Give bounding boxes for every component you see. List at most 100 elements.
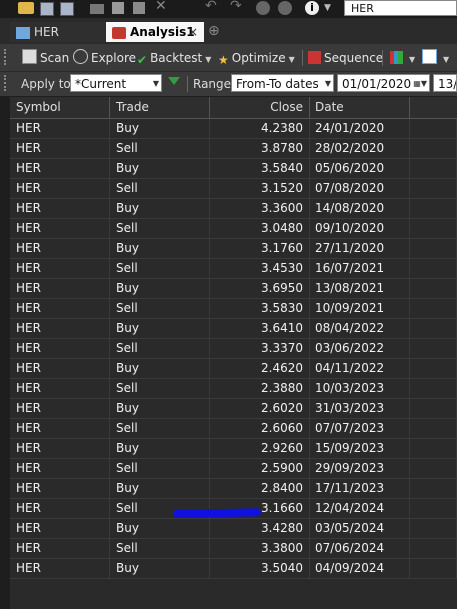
table-row[interactable]: HER Buy 3.6950 13/08/2021 bbox=[10, 279, 457, 299]
cell-date: 16/07/2021 bbox=[310, 259, 410, 278]
table-row[interactable]: HER Buy 2.6020 31/03/2023 bbox=[10, 399, 457, 419]
table-row[interactable]: HER Buy 3.6410 08/04/2022 bbox=[10, 319, 457, 339]
cell-trade: Sell bbox=[110, 339, 210, 358]
to-date-picker[interactable]: 13/0 bbox=[433, 74, 457, 92]
table-row[interactable]: HER Buy 2.9260 15/09/2023 bbox=[10, 439, 457, 459]
cell-symbol: HER bbox=[10, 499, 110, 518]
cell-date: 07/08/2020 bbox=[310, 179, 410, 198]
new-tab-icon[interactable]: ⊕ bbox=[208, 23, 220, 39]
copy-icon[interactable] bbox=[112, 2, 124, 14]
table-row[interactable]: HER Buy 2.4620 04/11/2022 bbox=[10, 359, 457, 379]
forward-icon[interactable] bbox=[278, 1, 292, 15]
cell-symbol: HER bbox=[10, 279, 110, 298]
cell-close: 3.6950 bbox=[210, 279, 310, 298]
undo-icon[interactable]: ↶ bbox=[205, 0, 221, 14]
table-row[interactable]: HER Buy 3.5840 05/06/2020 bbox=[10, 159, 457, 179]
cell-date: 14/08/2020 bbox=[310, 199, 410, 218]
cell-trade: Buy bbox=[110, 439, 210, 458]
cell-close: 2.3880 bbox=[210, 379, 310, 398]
cell-close: 3.5040 bbox=[210, 559, 310, 578]
back-icon[interactable] bbox=[256, 1, 270, 15]
annotation-scribble bbox=[172, 508, 262, 518]
cell-trade: Sell bbox=[110, 419, 210, 438]
cell-date: 28/02/2020 bbox=[310, 139, 410, 158]
cell-close: 3.3600 bbox=[210, 199, 310, 218]
explore-button[interactable]: Explore bbox=[73, 48, 136, 68]
cell-close: 3.5840 bbox=[210, 159, 310, 178]
toolbar-grip bbox=[4, 49, 9, 65]
chevron-down-icon[interactable]: ▼ bbox=[324, 3, 340, 19]
chevron-down-icon[interactable]: ▼ bbox=[443, 55, 449, 64]
close-icon[interactable]: × bbox=[188, 22, 198, 42]
table-row[interactable]: HER Buy 4.2380 24/01/2020 bbox=[10, 119, 457, 139]
cell-symbol: HER bbox=[10, 219, 110, 238]
table-row[interactable]: HER Sell 2.3880 10/03/2023 bbox=[10, 379, 457, 399]
filter-icon[interactable] bbox=[168, 77, 180, 85]
cell-empty bbox=[410, 339, 457, 358]
cell-symbol: HER bbox=[10, 259, 110, 278]
from-date-picker[interactable]: 01/01/2020 ▦▼ bbox=[337, 74, 430, 92]
tab-her-weekly[interactable]: HER (Weekly) bbox=[10, 22, 105, 59]
backtest-button[interactable]: ✔ Backtest ▼ bbox=[137, 48, 211, 68]
scan-button[interactable]: Scan bbox=[22, 48, 69, 68]
layout-button[interactable]: ▼ bbox=[422, 48, 449, 68]
column-header-close[interactable]: Close bbox=[210, 97, 310, 118]
sequence-button[interactable]: Sequence bbox=[308, 48, 383, 68]
paste-icon[interactable] bbox=[133, 2, 145, 14]
table-row[interactable]: HER Sell 3.1520 07/08/2020 bbox=[10, 179, 457, 199]
table-row[interactable]: HER Sell 2.6060 07/07/2023 bbox=[10, 419, 457, 439]
apply-to-select[interactable]: *Current ▼ bbox=[70, 74, 162, 92]
cell-empty bbox=[410, 539, 457, 558]
open-folder-icon[interactable] bbox=[18, 2, 34, 14]
chevron-down-icon[interactable]: ▼ bbox=[289, 55, 295, 64]
table-row[interactable]: HER Sell 3.8780 28/02/2020 bbox=[10, 139, 457, 159]
report-chart-button[interactable]: ▼ bbox=[390, 48, 415, 68]
save-all-icon[interactable] bbox=[60, 2, 74, 16]
cell-close: 2.6020 bbox=[210, 399, 310, 418]
table-row[interactable]: HER Buy 3.5040 04/09/2024 bbox=[10, 559, 457, 579]
column-header-trade[interactable]: Trade bbox=[110, 97, 210, 118]
table-row[interactable]: HER Sell 2.5900 29/09/2023 bbox=[10, 459, 457, 479]
table-row[interactable]: HER Buy 3.4280 03/05/2024 bbox=[10, 519, 457, 539]
cell-symbol: HER bbox=[10, 539, 110, 558]
tab-label: Analysis1 bbox=[130, 25, 195, 39]
cell-empty bbox=[410, 419, 457, 438]
cell-date: 10/03/2023 bbox=[310, 379, 410, 398]
cell-close: 3.0480 bbox=[210, 219, 310, 238]
window-icon bbox=[422, 49, 437, 64]
cell-close: 2.6060 bbox=[210, 419, 310, 438]
column-header-empty bbox=[410, 97, 457, 118]
redo-icon[interactable]: ↷ bbox=[230, 0, 246, 14]
table-row[interactable]: HER Sell 3.3800 07/06/2024 bbox=[10, 539, 457, 559]
column-header-date[interactable]: Date bbox=[310, 97, 410, 118]
cell-empty bbox=[410, 119, 457, 138]
results-grid: Symbol Trade Close Date HER Buy 4.2380 24/0… bbox=[10, 97, 457, 609]
range-select[interactable]: From-To dates ▼ bbox=[231, 74, 334, 92]
info-icon[interactable]: i bbox=[305, 1, 319, 15]
table-row[interactable]: HER Buy 3.1760 27/11/2020 bbox=[10, 239, 457, 259]
save-icon[interactable] bbox=[40, 2, 54, 16]
symbol-input[interactable]: HER bbox=[344, 0, 457, 16]
scan-icon bbox=[22, 49, 37, 64]
chevron-down-icon[interactable]: ▼ bbox=[409, 55, 415, 64]
cut-icon[interactable]: ✕ bbox=[155, 0, 171, 14]
table-row[interactable]: HER Sell 3.3370 03/06/2022 bbox=[10, 339, 457, 359]
tab-analysis1[interactable]: Analysis1 × bbox=[106, 22, 204, 42]
table-row[interactable]: HER Sell 3.5830 10/09/2021 bbox=[10, 299, 457, 319]
cell-close: 2.9260 bbox=[210, 439, 310, 458]
cell-close: 2.4620 bbox=[210, 359, 310, 378]
chevron-down-icon[interactable]: ▼ bbox=[205, 55, 211, 64]
cell-empty bbox=[410, 159, 457, 178]
cell-trade: Buy bbox=[110, 479, 210, 498]
sequence-icon bbox=[308, 51, 321, 64]
table-row[interactable]: HER Sell 3.0480 09/10/2020 bbox=[10, 219, 457, 239]
cell-symbol: HER bbox=[10, 159, 110, 178]
table-row[interactable]: HER Buy 2.8400 17/11/2023 bbox=[10, 479, 457, 499]
range-value: From-To dates bbox=[236, 77, 319, 91]
print-icon[interactable] bbox=[90, 4, 104, 14]
cell-symbol: HER bbox=[10, 459, 110, 478]
table-row[interactable]: HER Sell 3.4530 16/07/2021 bbox=[10, 259, 457, 279]
column-header-symbol[interactable]: Symbol bbox=[10, 97, 110, 118]
optimize-button[interactable]: ★ Optimize ▼ bbox=[218, 48, 295, 68]
table-row[interactable]: HER Buy 3.3600 14/08/2020 bbox=[10, 199, 457, 219]
